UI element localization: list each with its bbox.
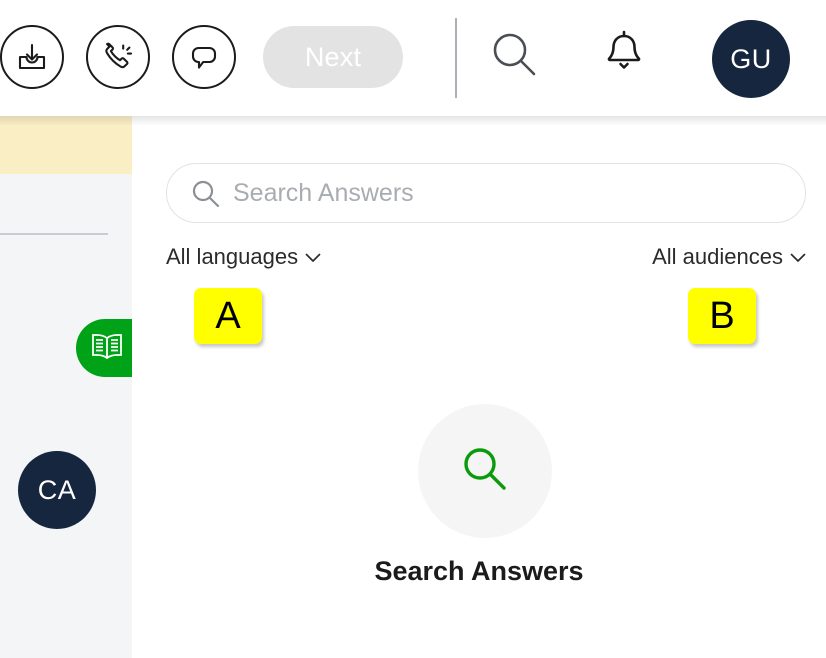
filter-all-audiences-label: All audiences [652,244,783,269]
avatar-ca-initials: CA [37,474,77,505]
left-divider-line [0,233,108,235]
user-avatar-initials: GU [730,43,772,74]
chevron-down-icon [790,252,806,263]
main-content: All languages All audiences A [132,116,826,658]
search-input[interactable] [233,178,753,208]
empty-state-title: Search Answers [374,556,584,586]
header-tool-group [0,25,236,89]
annotation-badge-a-letter: A [215,294,241,337]
next-button-label: Next [304,41,362,72]
search-icon [190,178,221,209]
chat-bubble-icon [187,40,221,74]
search-answers-field[interactable] [166,163,806,223]
chevron-down-icon [305,252,321,263]
search-icon [489,29,541,86]
download-inbox-button[interactable] [0,25,64,89]
bell-icon [600,29,648,84]
notifications-button[interactable] [595,27,653,85]
filter-all-languages-label: All languages [166,244,299,269]
book-icon [90,331,124,366]
avatar-ca[interactable]: CA [18,451,96,529]
app-root: CA All languages [0,0,826,658]
download-inbox-icon [15,40,49,74]
chat-button[interactable] [172,25,236,89]
user-avatar[interactable]: GU [712,20,790,98]
phone-ringing-icon [101,40,135,74]
search-icon [459,443,511,500]
top-header: Next GU [0,0,826,116]
annotation-badge-a: A [194,288,262,344]
annotation-badge-b-letter: B [709,294,735,337]
empty-state-icon-circle [418,404,552,538]
left-banner [0,116,132,174]
call-button[interactable] [86,25,150,89]
header-search-button[interactable] [486,28,544,86]
book-tab-button[interactable] [76,319,132,377]
header-divider [455,18,457,98]
annotation-badge-b: B [688,288,756,344]
filter-all-audiences[interactable]: All audiences [652,244,806,270]
left-panel: CA [0,116,132,658]
filter-row: All languages All audiences [166,244,806,274]
next-button[interactable]: Next [263,26,403,88]
filter-all-languages[interactable]: All languages [166,244,321,270]
